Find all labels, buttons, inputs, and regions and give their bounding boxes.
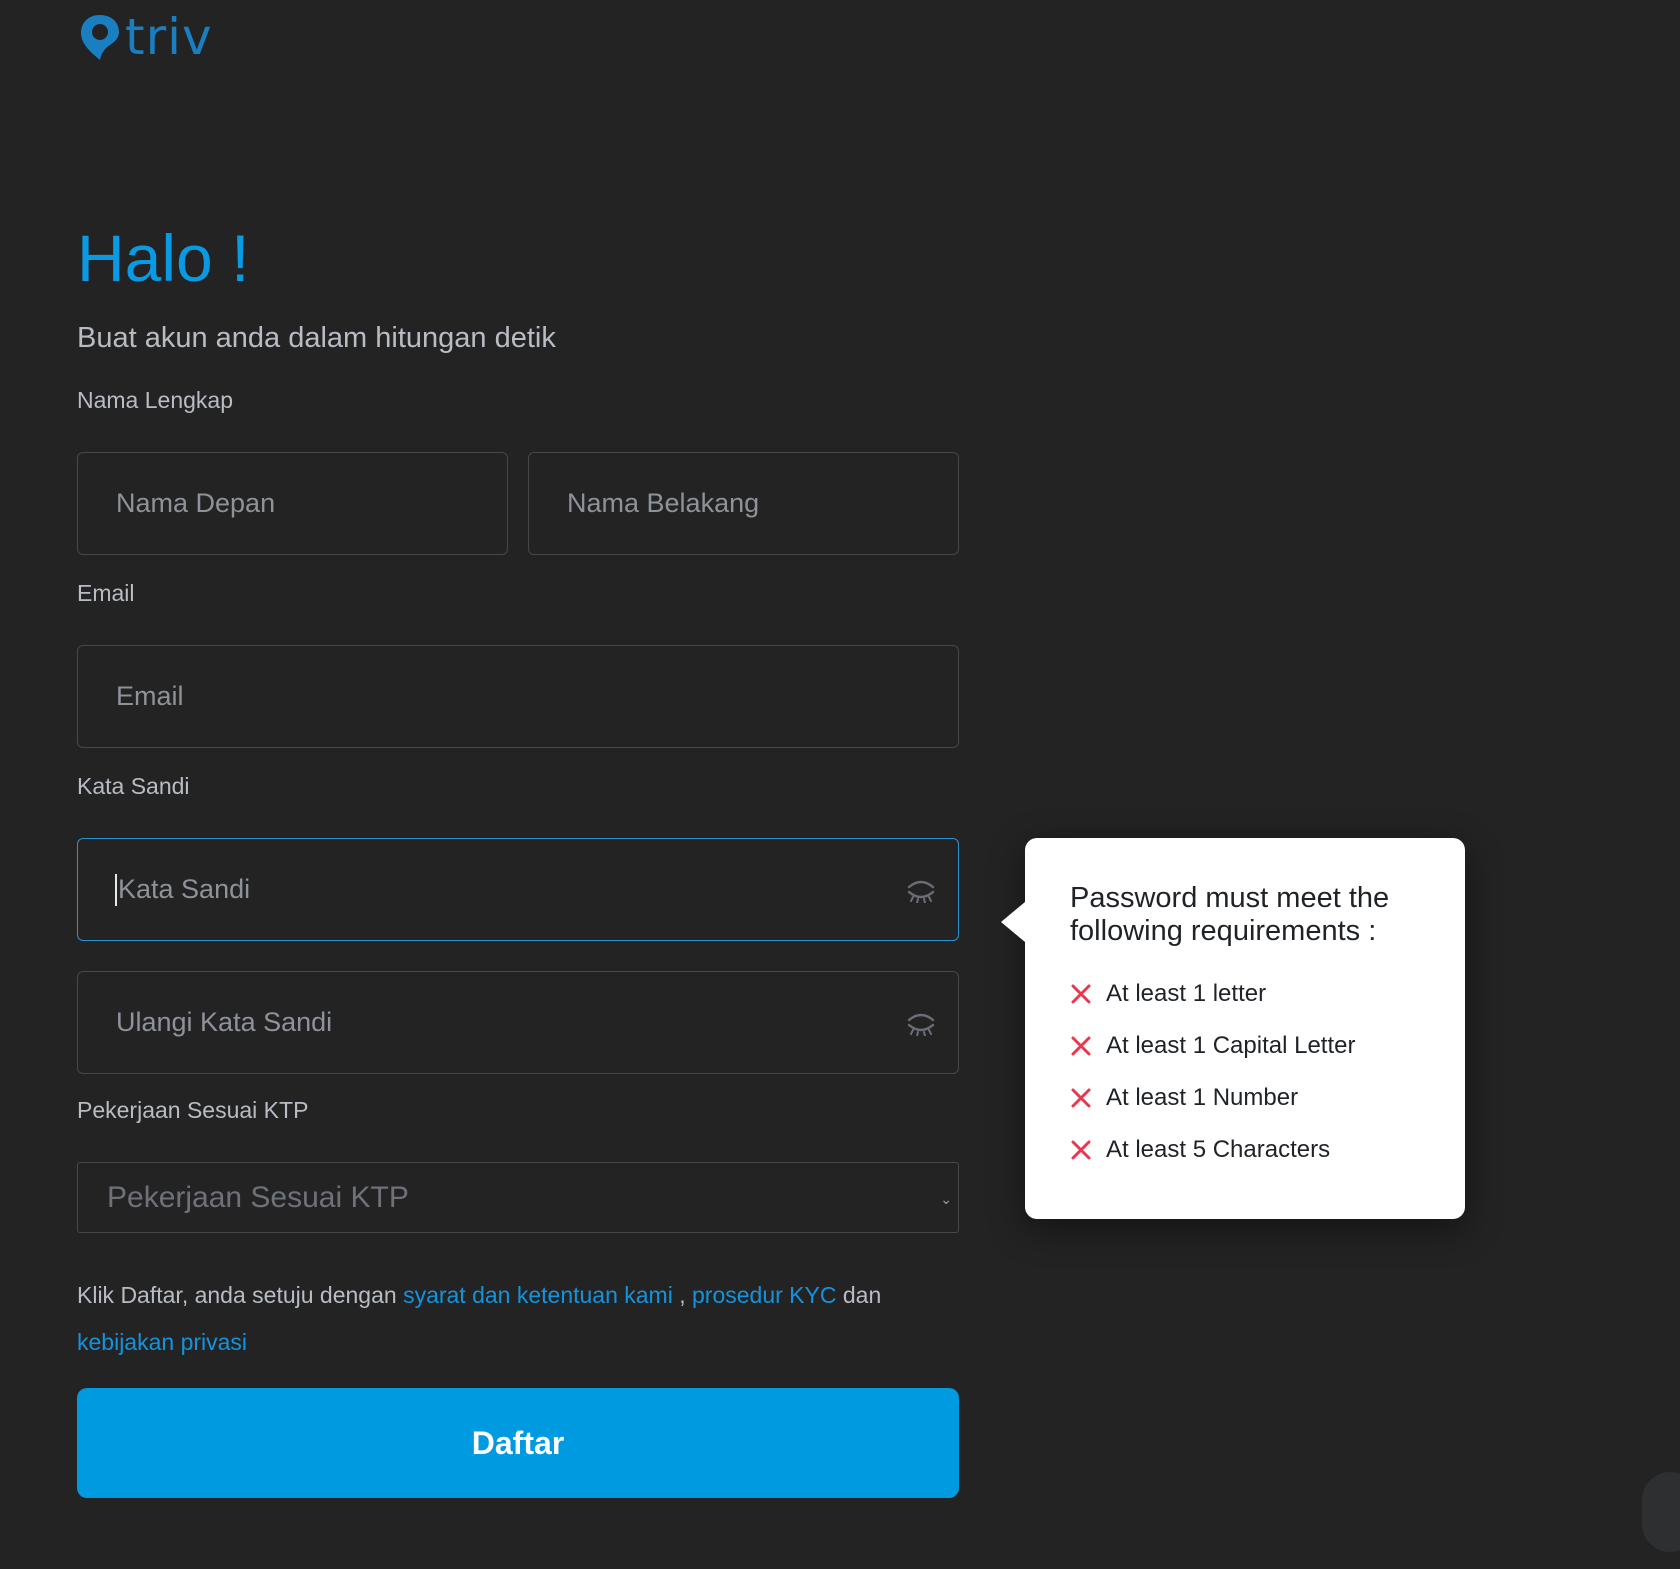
- requirement-item: At least 5 Characters: [1070, 1124, 1425, 1176]
- requirement-item: At least 1 Number: [1070, 1072, 1425, 1124]
- terms-conjunction: dan: [836, 1282, 882, 1308]
- x-mark-icon: [1071, 984, 1091, 1004]
- terms-prefix: Klik Daftar, anda setuju dengan: [77, 1282, 404, 1308]
- password-placeholder: Kata Sandi: [118, 874, 251, 904]
- confirm-password-input[interactable]: Ulangi Kata Sandi: [77, 971, 959, 1074]
- first-name-input[interactable]: Nama Depan: [77, 452, 508, 555]
- brand-logo[interactable]: triv: [77, 12, 213, 62]
- location-pin-icon: [81, 15, 119, 60]
- register-button[interactable]: Daftar: [77, 1388, 959, 1498]
- text-cursor: [115, 873, 117, 906]
- floating-widget-edge[interactable]: [1642, 1472, 1680, 1552]
- email-placeholder: Email: [116, 681, 184, 711]
- x-mark-icon: [1071, 1140, 1091, 1160]
- eye-closed-icon[interactable]: [906, 1010, 936, 1036]
- last-name-placeholder: Nama Belakang: [567, 488, 760, 518]
- requirement-text: At least 1 Number: [1106, 1084, 1299, 1111]
- requirement-item: At least 1 Capital Letter: [1070, 1020, 1425, 1072]
- requirement-text: At least 1 Capital Letter: [1106, 1032, 1356, 1059]
- privacy-link[interactable]: kebijakan privasi: [77, 1329, 247, 1355]
- full-name-label: Nama Lengkap: [77, 387, 233, 413]
- password-requirements-popover: Password must meet the following require…: [1001, 838, 1465, 1219]
- terms-text: Klik Daftar, anda setuju dengan syarat d…: [77, 1272, 977, 1366]
- terms-separator: ,: [672, 1282, 693, 1308]
- requirement-text: At least 1 letter: [1106, 980, 1267, 1007]
- terms-link[interactable]: syarat dan ketentuan kami: [403, 1282, 673, 1308]
- first-name-placeholder: Nama Depan: [116, 488, 276, 518]
- x-mark-icon: [1071, 1036, 1091, 1056]
- occupation-label: Pekerjaan Sesuai KTP: [77, 1097, 309, 1123]
- last-name-input[interactable]: Nama Belakang: [528, 452, 959, 555]
- eye-closed-icon[interactable]: [906, 877, 936, 903]
- page-subtitle: Buat akun anda dalam hitungan detik: [77, 322, 556, 354]
- requirements-title: Password must meet the following require…: [1070, 882, 1390, 947]
- occupation-select[interactable]: Pekerjaan Sesuai KTP ⌄: [77, 1162, 959, 1233]
- requirement-text: At least 5 Characters: [1106, 1136, 1331, 1163]
- page-title: Halo !: [77, 221, 250, 295]
- email-input[interactable]: Email: [77, 645, 959, 748]
- confirm-password-placeholder: Ulangi Kata Sandi: [116, 1007, 333, 1037]
- x-mark-icon: [1071, 1088, 1091, 1108]
- occupation-selected-value: Pekerjaan Sesuai KTP: [107, 1180, 409, 1214]
- password-label: Kata Sandi: [77, 773, 190, 799]
- chevron-down-icon: ⌄: [940, 1191, 952, 1207]
- brand-name: triv: [125, 8, 213, 66]
- email-label: Email: [77, 580, 135, 606]
- password-input[interactable]: Kata Sandi: [77, 838, 959, 941]
- requirement-item: At least 1 letter: [1070, 968, 1425, 1020]
- kyc-link[interactable]: prosedur KYC: [692, 1282, 836, 1308]
